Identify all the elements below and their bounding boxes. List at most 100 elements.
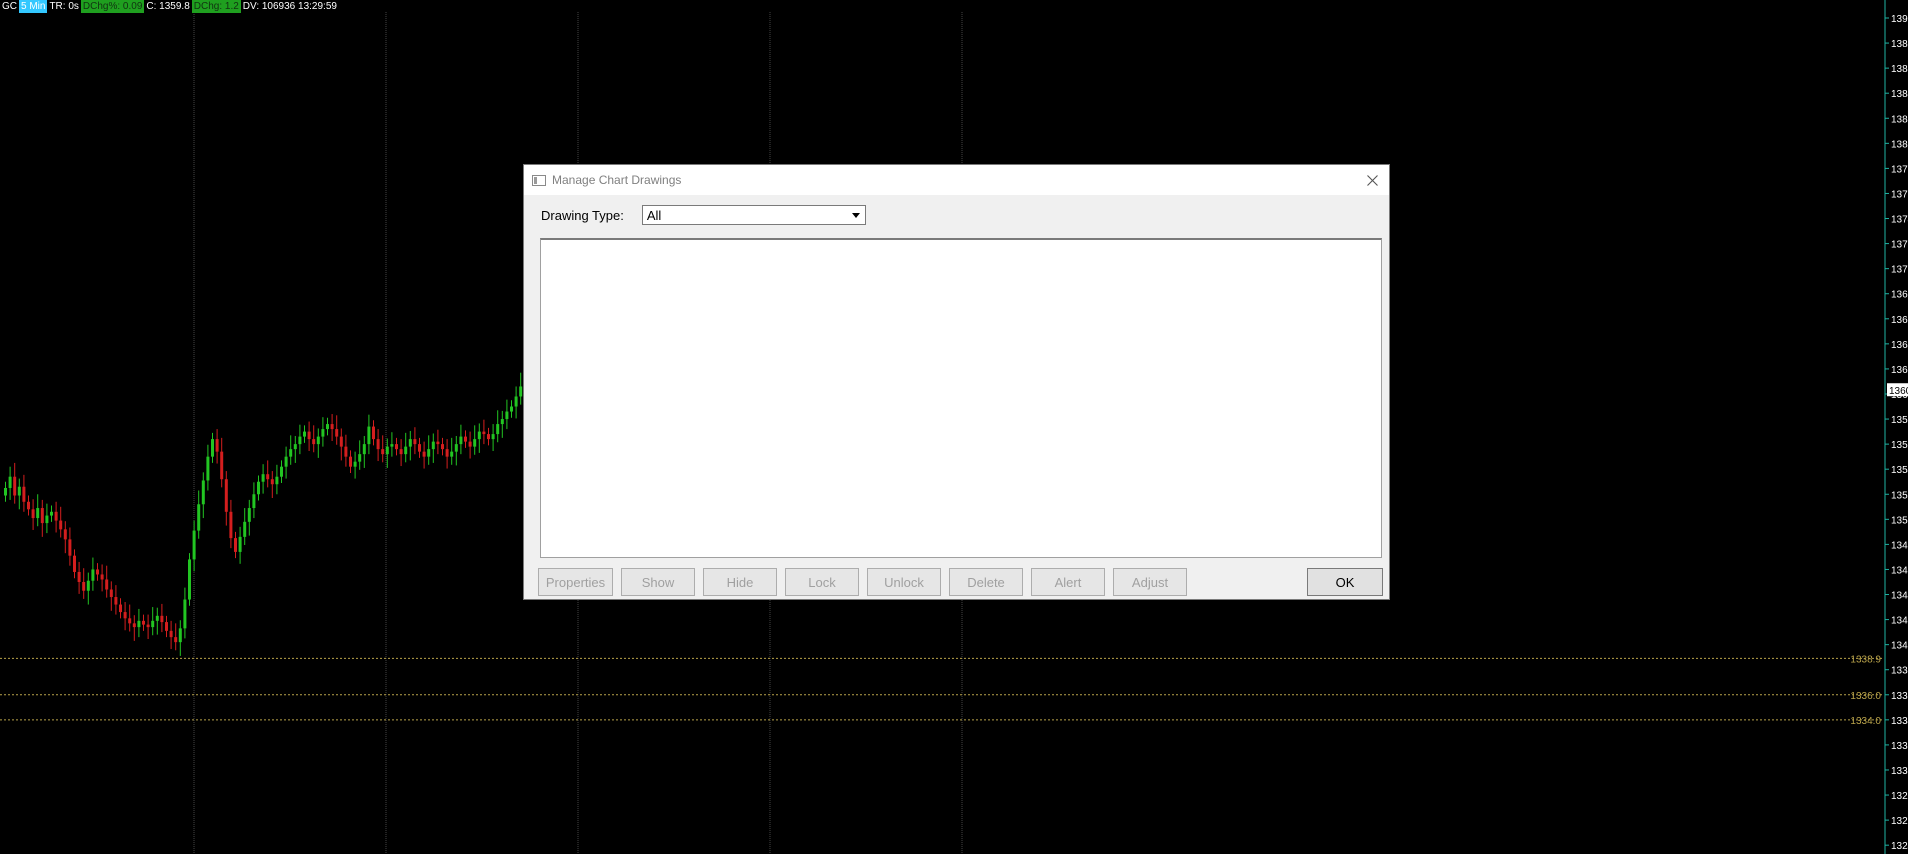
price-tick-label: 1346.0 (1891, 565, 1908, 576)
interval-label[interactable]: 5 Min (19, 0, 48, 13)
alert-button[interactable]: Alert (1031, 568, 1105, 596)
candle-body (96, 569, 99, 575)
candle-body (321, 429, 325, 437)
candle-body (385, 446, 389, 455)
unlock-button[interactable]: Unlock (867, 568, 941, 596)
price-tick-label: 1336.0 (1891, 691, 1908, 702)
candle-body (192, 530, 196, 560)
candle-body (473, 439, 477, 447)
price-tick-label: 1390.0 (1891, 14, 1908, 25)
price-tick-label: 1378.0 (1891, 164, 1908, 175)
drawing-type-select[interactable]: All (641, 205, 866, 225)
candle-body (487, 434, 490, 440)
price-tick-label: 1388.0 (1891, 39, 1908, 50)
candle-body (413, 439, 417, 445)
candle-body (128, 618, 132, 624)
candle-body (132, 623, 136, 628)
properties-button[interactable]: Properties (538, 568, 613, 596)
tr-label: TR: 0s (49, 1, 79, 12)
candle-body (519, 386, 523, 397)
price-tick-label: 1372.0 (1891, 240, 1908, 251)
drawings-list[interactable] (540, 238, 1382, 558)
chevron-down-icon[interactable] (847, 207, 864, 223)
candle-body (8, 476, 12, 488)
candle-body (13, 476, 17, 496)
ok-button[interactable]: OK (1307, 568, 1383, 596)
price-tick-label: 1366.0 (1891, 315, 1908, 326)
lock-button[interactable]: Lock (785, 568, 859, 596)
candle-body (215, 439, 219, 452)
candle-body (151, 620, 155, 628)
candle-body (146, 624, 150, 628)
show-button[interactable]: Show (621, 568, 695, 596)
candle-body (376, 439, 380, 450)
candle-body (178, 628, 182, 643)
close-label: C: 1359.8 (146, 1, 190, 12)
candle-body (335, 429, 339, 437)
candle-body (137, 620, 141, 628)
price-tick-label: 1340.0 (1891, 641, 1908, 652)
candle-body (63, 529, 67, 540)
candle-body (183, 599, 187, 629)
price-tick-label: 1330.0 (1891, 766, 1908, 777)
chart-status-bar: GC 5 Min TR: 0s DChg%: 0.09 C: 1359.8 DC… (0, 0, 339, 13)
candle-body (367, 426, 371, 445)
candle-body (238, 536, 242, 552)
candle-body (390, 444, 394, 447)
candle-body (408, 439, 412, 447)
price-tick-label: 1350.0 (1891, 515, 1908, 526)
candle-body (86, 580, 90, 591)
candle-body (22, 486, 26, 502)
candle-body (349, 456, 352, 467)
candle-body (436, 441, 440, 445)
price-tick-label: 1334.0 (1891, 716, 1908, 727)
candle-body (224, 479, 228, 512)
candle-body (280, 466, 283, 477)
chart-window: 1338.9 1336.0 1334.0 1390.0 1388.0 1386.0 1384… (0, 0, 1908, 854)
candle-body (40, 508, 44, 524)
candle-body (339, 436, 343, 447)
price-tick-label: 1362.0 (1891, 365, 1908, 376)
candle-body (247, 508, 251, 522)
price-tick-label: 1358.0 (1891, 415, 1908, 426)
drawing-type-value: All (646, 207, 662, 223)
candle-body (252, 494, 256, 509)
candle-body (496, 424, 500, 435)
candle-body (197, 504, 201, 531)
candle-body (468, 441, 472, 447)
candle-body (514, 396, 518, 407)
price-tick-label: 1386.0 (1891, 64, 1908, 75)
candle-body (330, 424, 334, 430)
candle-body (123, 612, 127, 619)
candle-body (105, 579, 109, 590)
drawing-type-label: Drawing Type: (541, 207, 624, 223)
candle-body (142, 620, 145, 625)
candle-body (77, 571, 81, 582)
close-icon[interactable] (1361, 169, 1383, 191)
price-tick-label: 1324.0 (1891, 841, 1908, 852)
candle-body (188, 559, 191, 600)
candle-body (261, 474, 265, 482)
delete-button[interactable]: Delete (949, 568, 1023, 596)
price-tick-label: 1338.0 (1891, 666, 1908, 677)
hide-button[interactable]: Hide (703, 568, 777, 596)
price-tick-label: 1332.0 (1891, 741, 1908, 752)
candle-body (91, 569, 95, 581)
candle-body (270, 479, 274, 485)
candle-body (160, 615, 164, 623)
candle-body (500, 419, 504, 425)
candle-body (54, 511, 58, 521)
symbol-label[interactable]: GC (0, 0, 19, 13)
candle-body (174, 637, 178, 643)
candle-body (326, 424, 329, 430)
price-tick-label: 1374.0 (1891, 215, 1908, 226)
candle-body (404, 446, 408, 455)
candle-body (243, 521, 247, 537)
candle-body (73, 555, 76, 572)
dialog-titlebar[interactable]: Manage Chart Drawings (524, 165, 1389, 195)
candle-body (459, 436, 463, 445)
candle-body (82, 581, 86, 591)
candle-body (68, 539, 72, 556)
candle-body (284, 456, 288, 467)
adjust-button[interactable]: Adjust (1113, 568, 1187, 596)
